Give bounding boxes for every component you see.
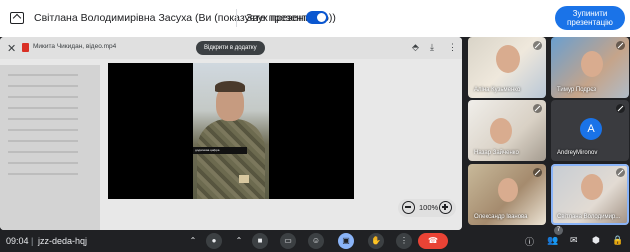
video-player[interactable]: додаткова цифра (108, 63, 354, 199)
raise-hand-icon[interactable]: ✋ (368, 233, 384, 249)
participant-video (581, 51, 603, 77)
presentation-sound-toggle[interactable] (306, 11, 328, 24)
uniform-patch (239, 175, 249, 183)
stop-presenting-button[interactable]: Зупинити презентацію (555, 6, 625, 30)
audio-options-chevron-icon[interactable]: ⌃ (186, 233, 200, 249)
shared-screen-sidebar (0, 65, 100, 230)
present-now-icon[interactable]: ▣ (338, 233, 354, 249)
participant-tile-self[interactable]: Світлана Володимир... (551, 164, 629, 225)
participant-tile[interactable]: Назар Зайченко (468, 100, 546, 161)
avatar: A (580, 118, 602, 140)
participant-name: Аліна Кузьменко (474, 87, 521, 93)
participant-tile[interactable]: A AndreyMironov (551, 100, 629, 161)
participant-video (498, 178, 518, 202)
participant-name: AndreyMironov (557, 150, 598, 156)
meeting-time: 09:04 (6, 236, 29, 246)
people-icon[interactable]: 👥 (547, 235, 558, 246)
participant-tile[interactable]: Аліна Кузьменко (468, 37, 546, 98)
video-caption: додаткова цифра (193, 147, 247, 154)
divider (236, 9, 237, 27)
soldier-uniform (197, 119, 265, 199)
close-icon[interactable]: ✕ (7, 42, 16, 55)
emoji-icon[interactable]: ☺ (308, 233, 324, 249)
download-icon[interactable]: ⤓ (430, 42, 434, 53)
meeting-controls-bar: 09:04 | jzz-deda-hqj ⌃ ● ⌃ ■ ▭ ☺ ▣ ✋ ⋮ ☎… (0, 230, 630, 252)
meeting-info-icon[interactable]: ⓘ (525, 235, 534, 248)
participant-tile[interactable]: Тимур Подрєз (551, 37, 629, 98)
soldier-hair (215, 81, 245, 92)
participant-video (496, 45, 520, 73)
stop-presenting-label-line1: Зупинити (572, 9, 608, 18)
zoom-controls: 100% (398, 199, 456, 217)
separator: | (31, 236, 34, 246)
video-options-chevron-icon[interactable]: ⌃ (232, 233, 246, 249)
participant-name: Назар Зайченко (474, 150, 519, 156)
zoom-out-icon[interactable] (402, 201, 415, 214)
video-frame: додаткова цифра (193, 63, 269, 199)
leave-call-button[interactable]: ☎ (418, 233, 448, 249)
camera-icon[interactable]: ■ (252, 233, 268, 249)
captions-icon[interactable]: ▭ (280, 233, 296, 249)
chat-icon[interactable]: ✉ (570, 235, 578, 246)
stop-presenting-label-line2: презентацію (567, 18, 613, 27)
presentation-bar: Світлана Володимирівна Засуха (Ви (показ… (0, 0, 630, 37)
video-file-icon (22, 43, 29, 52)
mic-off-icon (616, 104, 625, 113)
mic-off-icon (533, 168, 542, 177)
add-to-drive-icon[interactable]: ⬘ (412, 42, 419, 53)
open-with-button[interactable]: Відкрити в додатку (196, 41, 265, 55)
participant-name: Тимур Подрєз (557, 87, 597, 93)
file-name: Микита Чикидан, відео.mp4 (33, 43, 117, 50)
participant-name: Олександр Іванова (474, 214, 528, 220)
activities-icon[interactable]: ⬢ (592, 235, 600, 246)
participant-tile[interactable]: Олександр Іванова (468, 164, 546, 225)
present-screen-icon (10, 12, 24, 24)
meeting-code: jzz-deda-hqj (38, 236, 88, 246)
mic-off-icon (533, 104, 542, 113)
mic-off-icon (533, 41, 542, 50)
zoom-value: 100% (419, 203, 439, 212)
participant-video (490, 118, 512, 144)
file-viewer-header: ✕ Микита Чикидан, відео.mp4 Відкрити в д… (0, 37, 462, 59)
microphone-icon[interactable]: ● (206, 233, 222, 249)
more-options-icon[interactable]: ⋮ (448, 42, 457, 53)
host-controls-icon[interactable]: 🔒 (612, 235, 623, 246)
more-options-icon[interactable]: ⋮ (396, 233, 412, 249)
active-speaker-frame (551, 164, 629, 225)
people-count-badge: 7 (554, 226, 563, 235)
mic-off-icon (616, 41, 625, 50)
shared-screen: ✕ Микита Чикидан, відео.mp4 Відкрити в д… (0, 37, 462, 230)
zoom-in-icon[interactable] (439, 201, 452, 214)
